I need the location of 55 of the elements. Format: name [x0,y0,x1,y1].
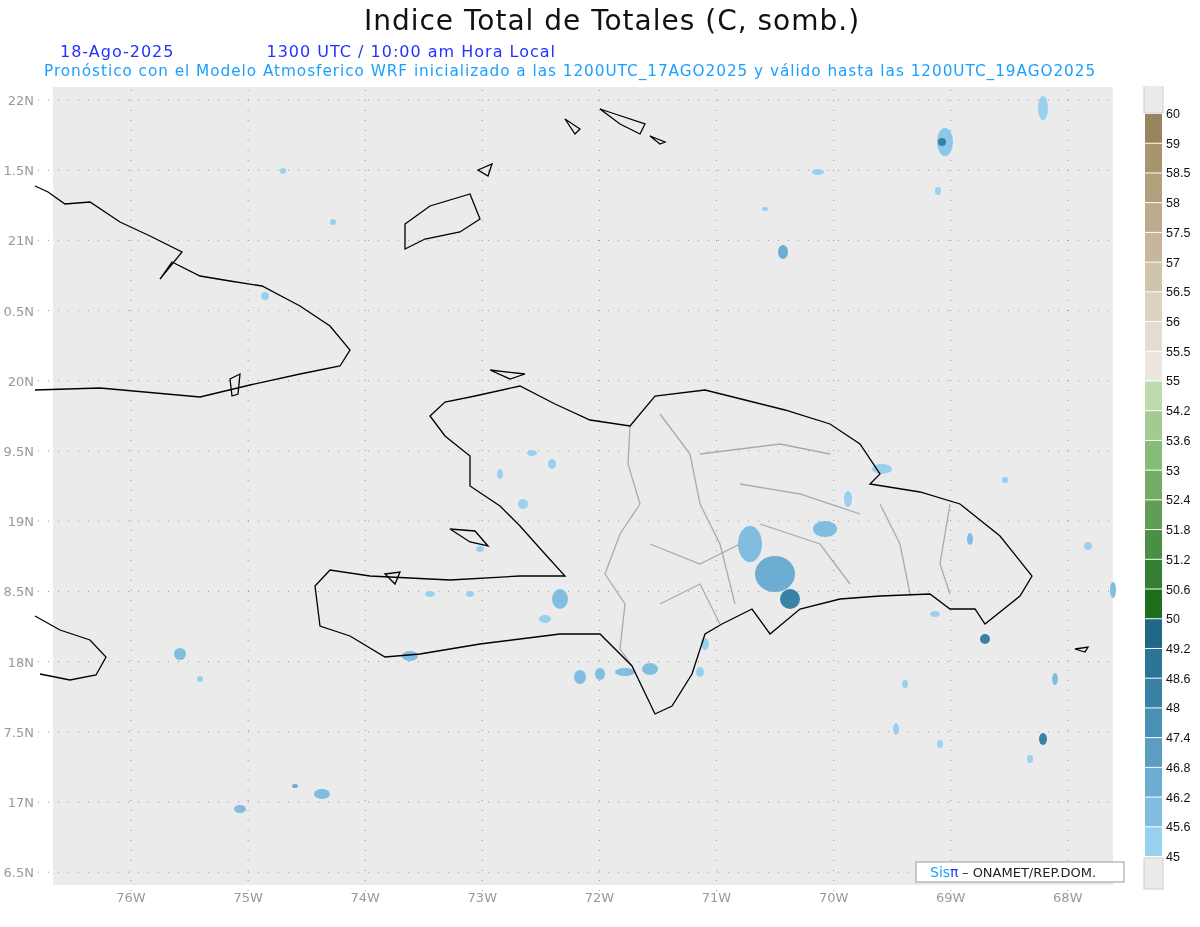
latitude-label: 18N [7,654,34,670]
legend-label: 48.6 [1166,671,1191,686]
legend-label: 53 [1166,463,1180,478]
legend-label: 58 [1166,196,1180,211]
forecast-subtitle: Pronóstico con el Modelo Atmosferico WRF inicializado a las 1200UTC_17AGO2025 y válido hasta las 1200UTC_19AGO2025 [43,62,1098,82]
legend-label: 56.5 [1166,285,1191,300]
longitude-label: 68W [1053,890,1083,905]
legend-label: 59 [1166,136,1180,151]
chart-title: Indice Total de Totales (C, somb.) [362,3,862,39]
legend-label: 45 [1166,850,1180,864]
latitude-label: 6.5N [3,865,34,881]
longitude-label: 76W [116,890,146,905]
latitude-label: 20N [7,373,34,389]
legend-label: 52.4 [1166,493,1191,508]
legend-label: 55.5 [1166,344,1191,359]
longitude-label: 70W [818,890,849,905]
longitude-label: 71W [701,890,732,905]
legend-label: 46.2 [1166,790,1191,805]
legend-label: 51.2 [1166,552,1191,567]
colorbar-cap [1143,86,1164,114]
legend-label: 57 [1166,255,1180,270]
latitude-label: 9.5N [3,444,34,459]
legend-label: 50.6 [1166,582,1191,597]
legend-label: 45.6 [1166,820,1191,835]
date-label: 18-Ago-2025 [60,42,175,62]
latitude-label: 7.5N [3,724,34,740]
latitude-label: 8.5N [3,584,34,600]
legend-label: 60 [1166,107,1180,121]
latitude-label: 22N [7,93,34,108]
time-label: 1300 UTC / 10:00 am Hora Local [266,42,556,62]
latitude-label: 0.5N [3,303,34,319]
legend-label: 55 [1166,374,1180,389]
longitude-label: 72W [584,890,615,905]
latitude-label: 19N [7,514,34,530]
legend-label: 51.8 [1166,523,1191,538]
legend-label: 49.2 [1166,641,1191,656]
credit-text: – ONAMET/REP.DOM. [962,865,1097,880]
legend-label: 46.8 [1166,760,1191,775]
legend-label: 48 [1166,701,1180,716]
legend-label: 58.5 [1166,166,1191,181]
latitude-label: 1.5N [3,163,34,179]
longitude-label: 74W [350,890,380,905]
longitude-label: 69W [936,890,966,905]
longitude-label: 73W [467,890,497,905]
legend-label: 54.2 [1166,404,1191,419]
latitude-label: 17N [7,795,34,810]
legend-label: 53.6 [1166,433,1191,448]
longitude-label: 75W [233,890,263,905]
legend-label: 50 [1166,612,1180,627]
latitude-label: 21N [7,233,34,249]
colorbar-cap [1143,857,1164,890]
legend-label: 56 [1166,315,1180,330]
legend-label: 47.4 [1166,731,1191,746]
credit-logo: Sisπ [930,864,959,880]
legend-label: 57.5 [1166,225,1191,240]
